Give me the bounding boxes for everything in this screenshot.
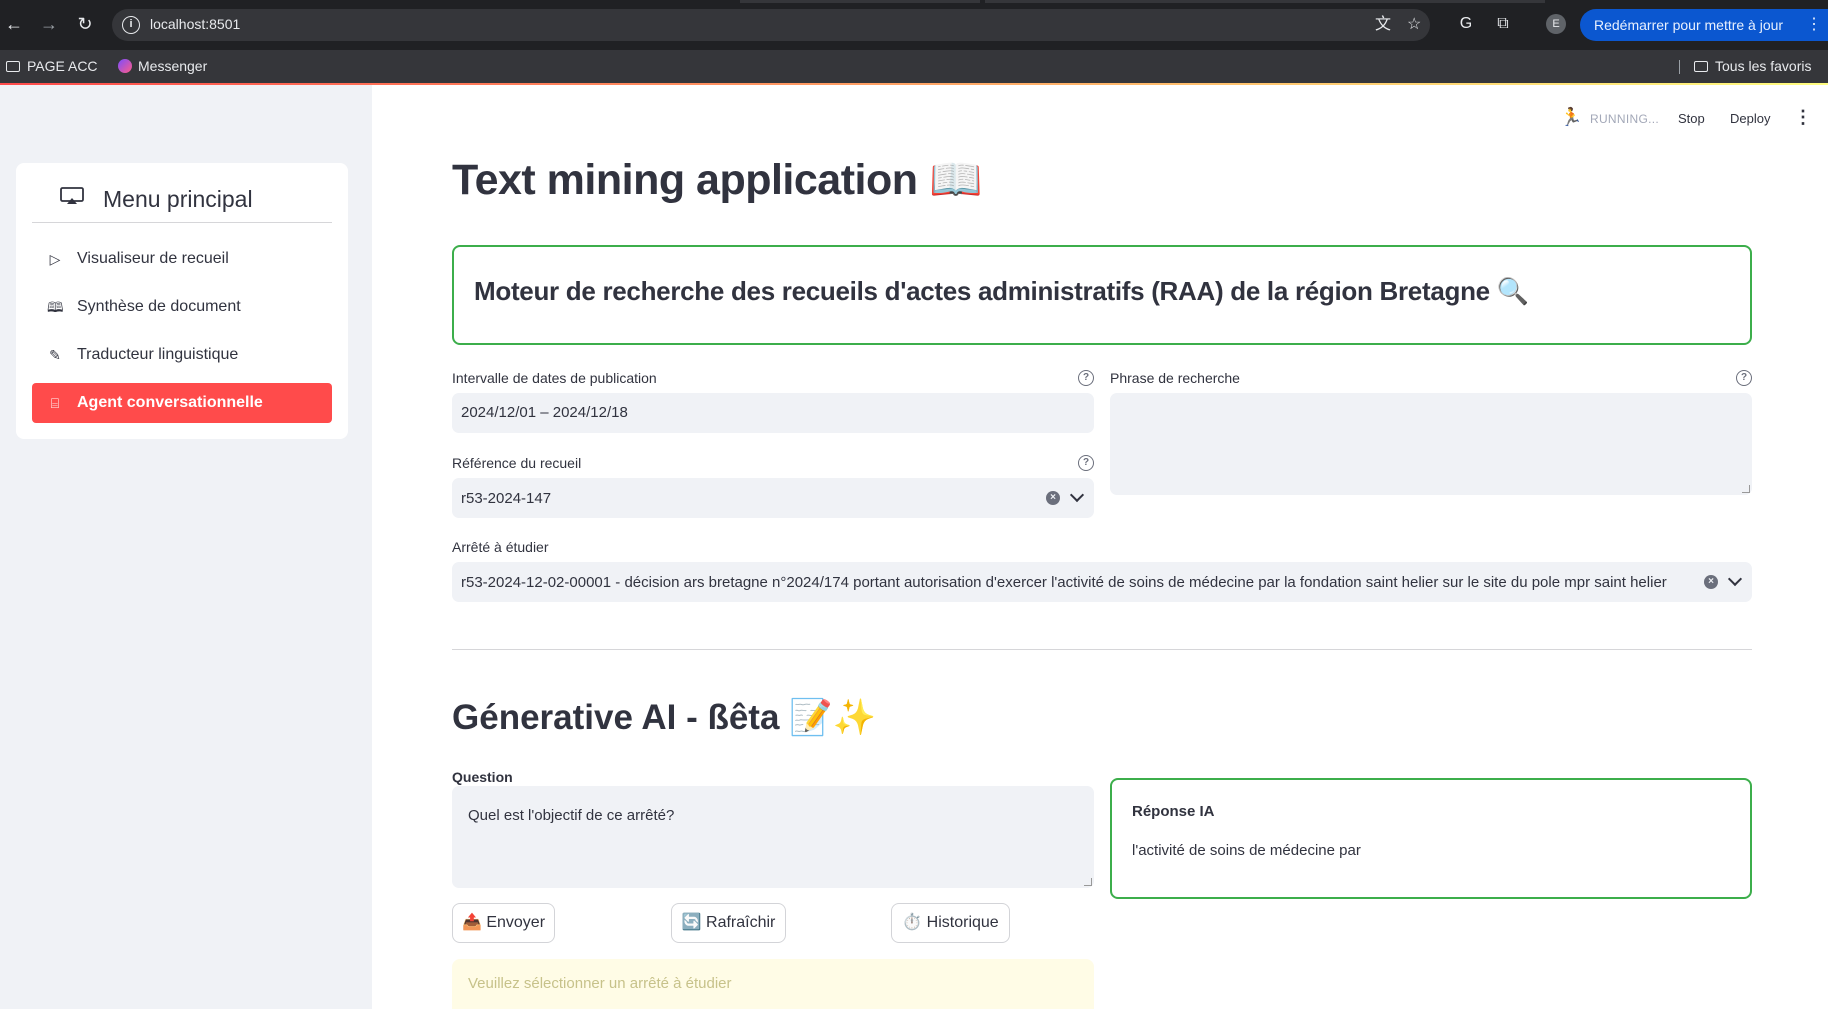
warning-alert: Veuillez sélectionner un arrêté à étudie… <box>452 959 1094 1009</box>
bookmark-messenger[interactable]: Messenger <box>118 58 207 74</box>
url-text[interactable]: localhost:8501 <box>150 16 240 32</box>
deploy-button[interactable]: Deploy <box>1730 111 1770 126</box>
restart-update-button[interactable]: Redémarrer pour mettre à jour ⋮ <box>1580 9 1828 41</box>
sidebar-item-label: Traducteur linguistique <box>77 346 239 363</box>
clear-icon[interactable]: × <box>1046 491 1060 505</box>
site-info-icon[interactable]: i <box>122 16 140 34</box>
chevron-down-icon[interactable] <box>1727 571 1743 587</box>
cast-icon <box>60 187 84 204</box>
tab-strip <box>985 0 1545 3</box>
date-range-input[interactable]: 2024/12/01 – 2024/12/18 <box>452 393 1094 433</box>
question-value: Quel est l'objectif de ce arrêté? <box>468 807 675 824</box>
sidebar-item-label: Visualiseur de recueil <box>77 250 229 267</box>
menu-header: Menu principal <box>32 177 332 223</box>
answer-title: Réponse IA <box>1132 803 1215 820</box>
ai-answer-box: Réponse IA l'activité de soins de médeci… <box>1110 778 1752 899</box>
history-button[interactable]: ⏱️ Historique <box>891 903 1010 943</box>
running-status: RUNNING... <box>1590 112 1659 126</box>
book-icon: 🕮 <box>47 299 64 315</box>
date-range-label: Intervalle de dates de publication <box>452 370 657 386</box>
extensions-icon[interactable]: ⧉ <box>1492 13 1514 35</box>
warning-text: Veuillez sélectionner un arrêté à étudie… <box>468 975 732 992</box>
reference-value: r53-2024-147 <box>461 490 552 507</box>
search-phrase-label: Phrase de recherche <box>1110 370 1240 386</box>
question-textarea[interactable]: Quel est l'objectif de ce arrêté? <box>452 786 1094 888</box>
bookmark-page-acc[interactable]: PAGE ACC <box>6 58 98 74</box>
help-icon[interactable]: ? <box>1078 455 1094 471</box>
back-icon[interactable]: ← <box>2 12 26 36</box>
tab-strip <box>740 0 980 3</box>
arrete-value: r53-2024-12-02-00001 - décision ars bret… <box>461 574 1667 591</box>
robot-icon: ⌸ <box>50 395 60 411</box>
bookmarks-divider <box>1679 60 1680 74</box>
arrete-select[interactable]: r53-2024-12-02-00001 - décision ars bret… <box>452 562 1752 602</box>
folder-icon <box>1694 61 1708 72</box>
forward-icon[interactable]: → <box>37 12 61 36</box>
address-bar[interactable]: i localhost:8501 文 ☆ <box>112 9 1430 41</box>
bookmark-label: PAGE ACC <box>27 58 98 74</box>
sidebar: Menu principal ▷ Visualiseur de recueil … <box>0 85 372 1009</box>
refresh-button[interactable]: 🔄 Rafraîchir <box>671 903 786 943</box>
chevron-down-icon[interactable] <box>1069 487 1085 503</box>
bookmark-label: Messenger <box>138 58 208 74</box>
genai-title: Génerative AI - ßêta 📝✨ <box>452 698 877 737</box>
restart-label: Redémarrer pour mettre à jour <box>1594 17 1784 33</box>
running-man-icon: 🏃 <box>1560 107 1583 127</box>
resize-handle[interactable] <box>1084 878 1092 886</box>
reference-select[interactable]: r53-2024-147 × <box>452 478 1094 518</box>
sidebar-item-traducteur[interactable]: ✎ Traducteur linguistique <box>32 335 332 375</box>
messenger-icon <box>118 59 132 73</box>
all-bookmarks-folder[interactable]: Tous les favoris <box>1694 58 1811 74</box>
arrete-label: Arrêté à étudier <box>452 539 549 555</box>
resize-handle[interactable] <box>1742 485 1750 493</box>
search-banner: Moteur de recherche des recueils d'actes… <box>452 245 1752 345</box>
help-icon[interactable]: ? <box>1736 370 1752 386</box>
bookmark-label: Tous les favoris <box>1715 58 1812 74</box>
option-menu: Menu principal ▷ Visualiseur de recueil … <box>16 163 348 439</box>
page-title: Text mining application 📖 <box>452 156 983 204</box>
translate-extension-icon[interactable]: G <box>1455 13 1477 35</box>
reference-label: Référence du recueil <box>452 455 582 471</box>
reload-icon[interactable]: ↻ <box>73 12 97 36</box>
clear-icon[interactable]: × <box>1704 575 1718 589</box>
pencil-icon: ✎ <box>49 347 61 363</box>
sidebar-item-agent[interactable]: ⌸ Agent conversationnelle <box>32 383 332 423</box>
main-content: 🏃 RUNNING... Stop Deploy ⋮ Text mining a… <box>372 85 1828 1009</box>
stop-button[interactable]: Stop <box>1678 111 1705 126</box>
main-menu-icon[interactable]: ⋮ <box>1794 107 1812 128</box>
sidebar-item-synthese[interactable]: 🕮 Synthèse de document <box>32 287 332 327</box>
send-button[interactable]: 📤 Envoyer <box>452 903 555 943</box>
sidebar-item-label: Synthèse de document <box>77 298 241 315</box>
divider <box>452 649 1752 650</box>
more-icon[interactable]: ⋮ <box>1806 9 1822 41</box>
browser-toolbar: ← → ↻ i localhost:8501 文 ☆ G ⧉ E Redémar… <box>0 0 1828 50</box>
sidebar-item-visualiseur[interactable]: ▷ Visualiseur de recueil <box>32 239 332 279</box>
bookmarks-bar: PAGE ACC Messenger Tous les favoris <box>0 50 1828 83</box>
sidebar-item-label: Agent conversationnelle <box>77 394 263 411</box>
folder-icon <box>6 61 20 72</box>
search-banner-text: Moteur de recherche des recueils d'actes… <box>474 276 1529 306</box>
answer-text: l'activité de soins de médecine par <box>1132 842 1361 859</box>
question-label: Question <box>452 769 513 785</box>
profile-avatar[interactable]: E <box>1546 14 1566 34</box>
play-icon: ▷ <box>49 251 61 267</box>
bookmark-star-icon[interactable]: ☆ <box>1407 16 1421 34</box>
translate-icon[interactable]: 文 <box>1375 16 1391 34</box>
search-phrase-textarea[interactable] <box>1110 393 1752 495</box>
help-icon[interactable]: ? <box>1078 370 1094 386</box>
date-range-value: 2024/12/01 – 2024/12/18 <box>461 404 628 421</box>
menu-title: Menu principal <box>103 186 253 212</box>
